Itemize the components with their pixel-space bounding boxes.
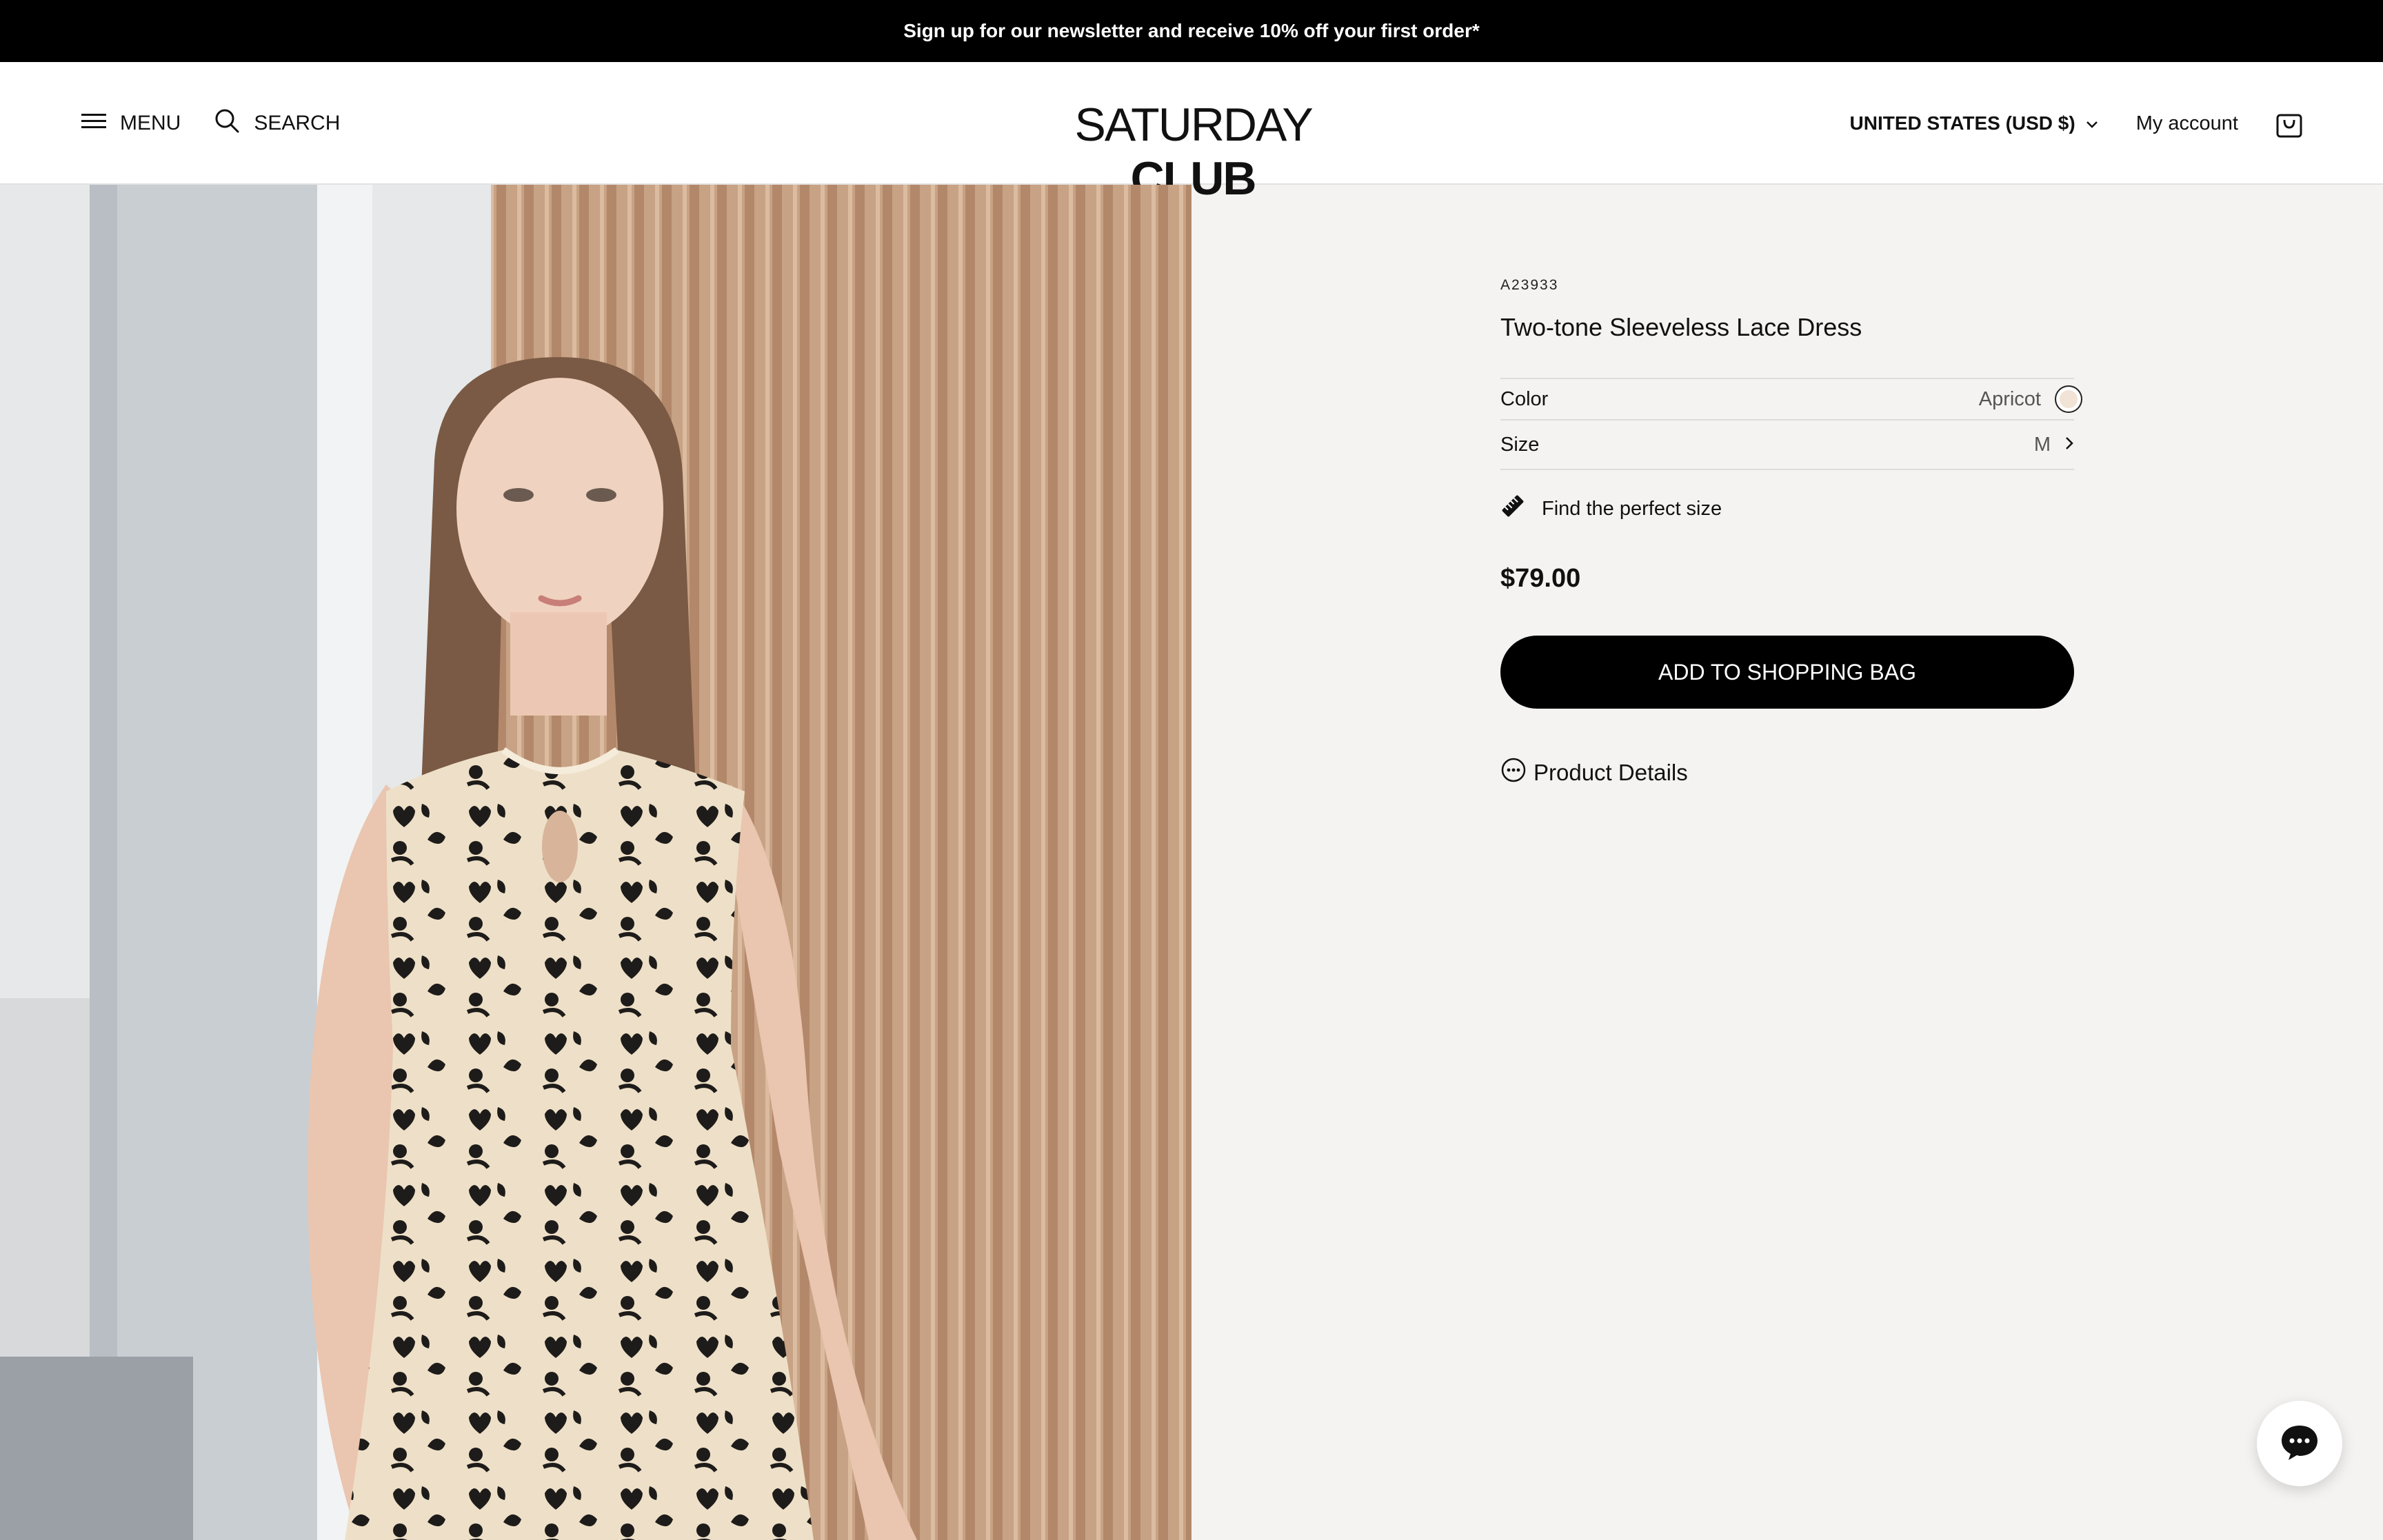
shopping-bag-icon[interactable] <box>2275 108 2303 139</box>
menu-label: MENU <box>120 112 181 134</box>
site-header: MENU SEARCH SATURDAY CLUB UNITED STATES … <box>0 62 2383 205</box>
logo-text-saturday: SATURDAY <box>1074 99 1313 151</box>
add-to-bag-button[interactable]: ADD TO SHOPPING BAG <box>1500 636 2074 709</box>
chat-widget-button[interactable] <box>2257 1401 2342 1486</box>
size-label: Size <box>1500 433 1540 456</box>
chat-icon <box>2279 1423 2320 1465</box>
color-label: Color <box>1500 387 1549 410</box>
size-value-group: M <box>2034 434 2074 456</box>
size-selector[interactable]: Size M <box>1500 421 2074 470</box>
add-to-bag-label: ADD TO SHOPPING BAG <box>1658 659 1916 685</box>
product-details-toggle[interactable]: Product Details <box>1500 757 1688 789</box>
size-guide-link[interactable]: Find the perfect size <box>1500 494 1722 524</box>
product-price: $79.00 <box>1500 564 1581 593</box>
hamburger-icon <box>81 111 106 136</box>
currency-label: UNITED STATES (USD $) <box>1849 112 2075 134</box>
size-guide-label: Find the perfect size <box>1542 497 1722 520</box>
currency-selector[interactable]: UNITED STATES (USD $) <box>1850 112 2099 134</box>
announcement-text[interactable]: Sign up for our newsletter and receive 1… <box>903 20 1480 42</box>
search-button[interactable]: SEARCH <box>214 108 340 139</box>
search-label: SEARCH <box>254 112 341 134</box>
product-sku: A23933 <box>1500 277 1559 293</box>
ruler-icon <box>1500 494 1525 524</box>
color-swatch[interactable] <box>2055 385 2082 413</box>
size-value: M <box>2033 433 2051 456</box>
header-right-controls: UNITED STATES (USD $) My account <box>1850 62 2304 185</box>
color-value: Apricot <box>1978 387 2041 410</box>
chevron-right-icon <box>2064 434 2074 456</box>
product-title: Two-tone Sleeveless Lace Dress <box>1500 313 1862 341</box>
header-left-controls: MENU SEARCH <box>81 62 340 185</box>
product-image[interactable] <box>0 185 1192 1540</box>
search-icon <box>214 108 240 139</box>
ellipsis-circle-icon <box>1500 757 1527 789</box>
chevron-down-icon <box>2085 112 2099 134</box>
menu-button[interactable]: MENU <box>81 111 181 136</box>
color-value-group: Apricot <box>1978 385 2082 413</box>
product-photo-illustration <box>0 185 1192 1540</box>
announcement-bar[interactable]: Sign up for our newsletter and receive 1… <box>0 0 2383 62</box>
product-details-label: Product Details <box>1534 760 1688 785</box>
color-selector[interactable]: Color Apricot <box>1500 378 2082 421</box>
my-account-link[interactable]: My account <box>2136 112 2238 135</box>
